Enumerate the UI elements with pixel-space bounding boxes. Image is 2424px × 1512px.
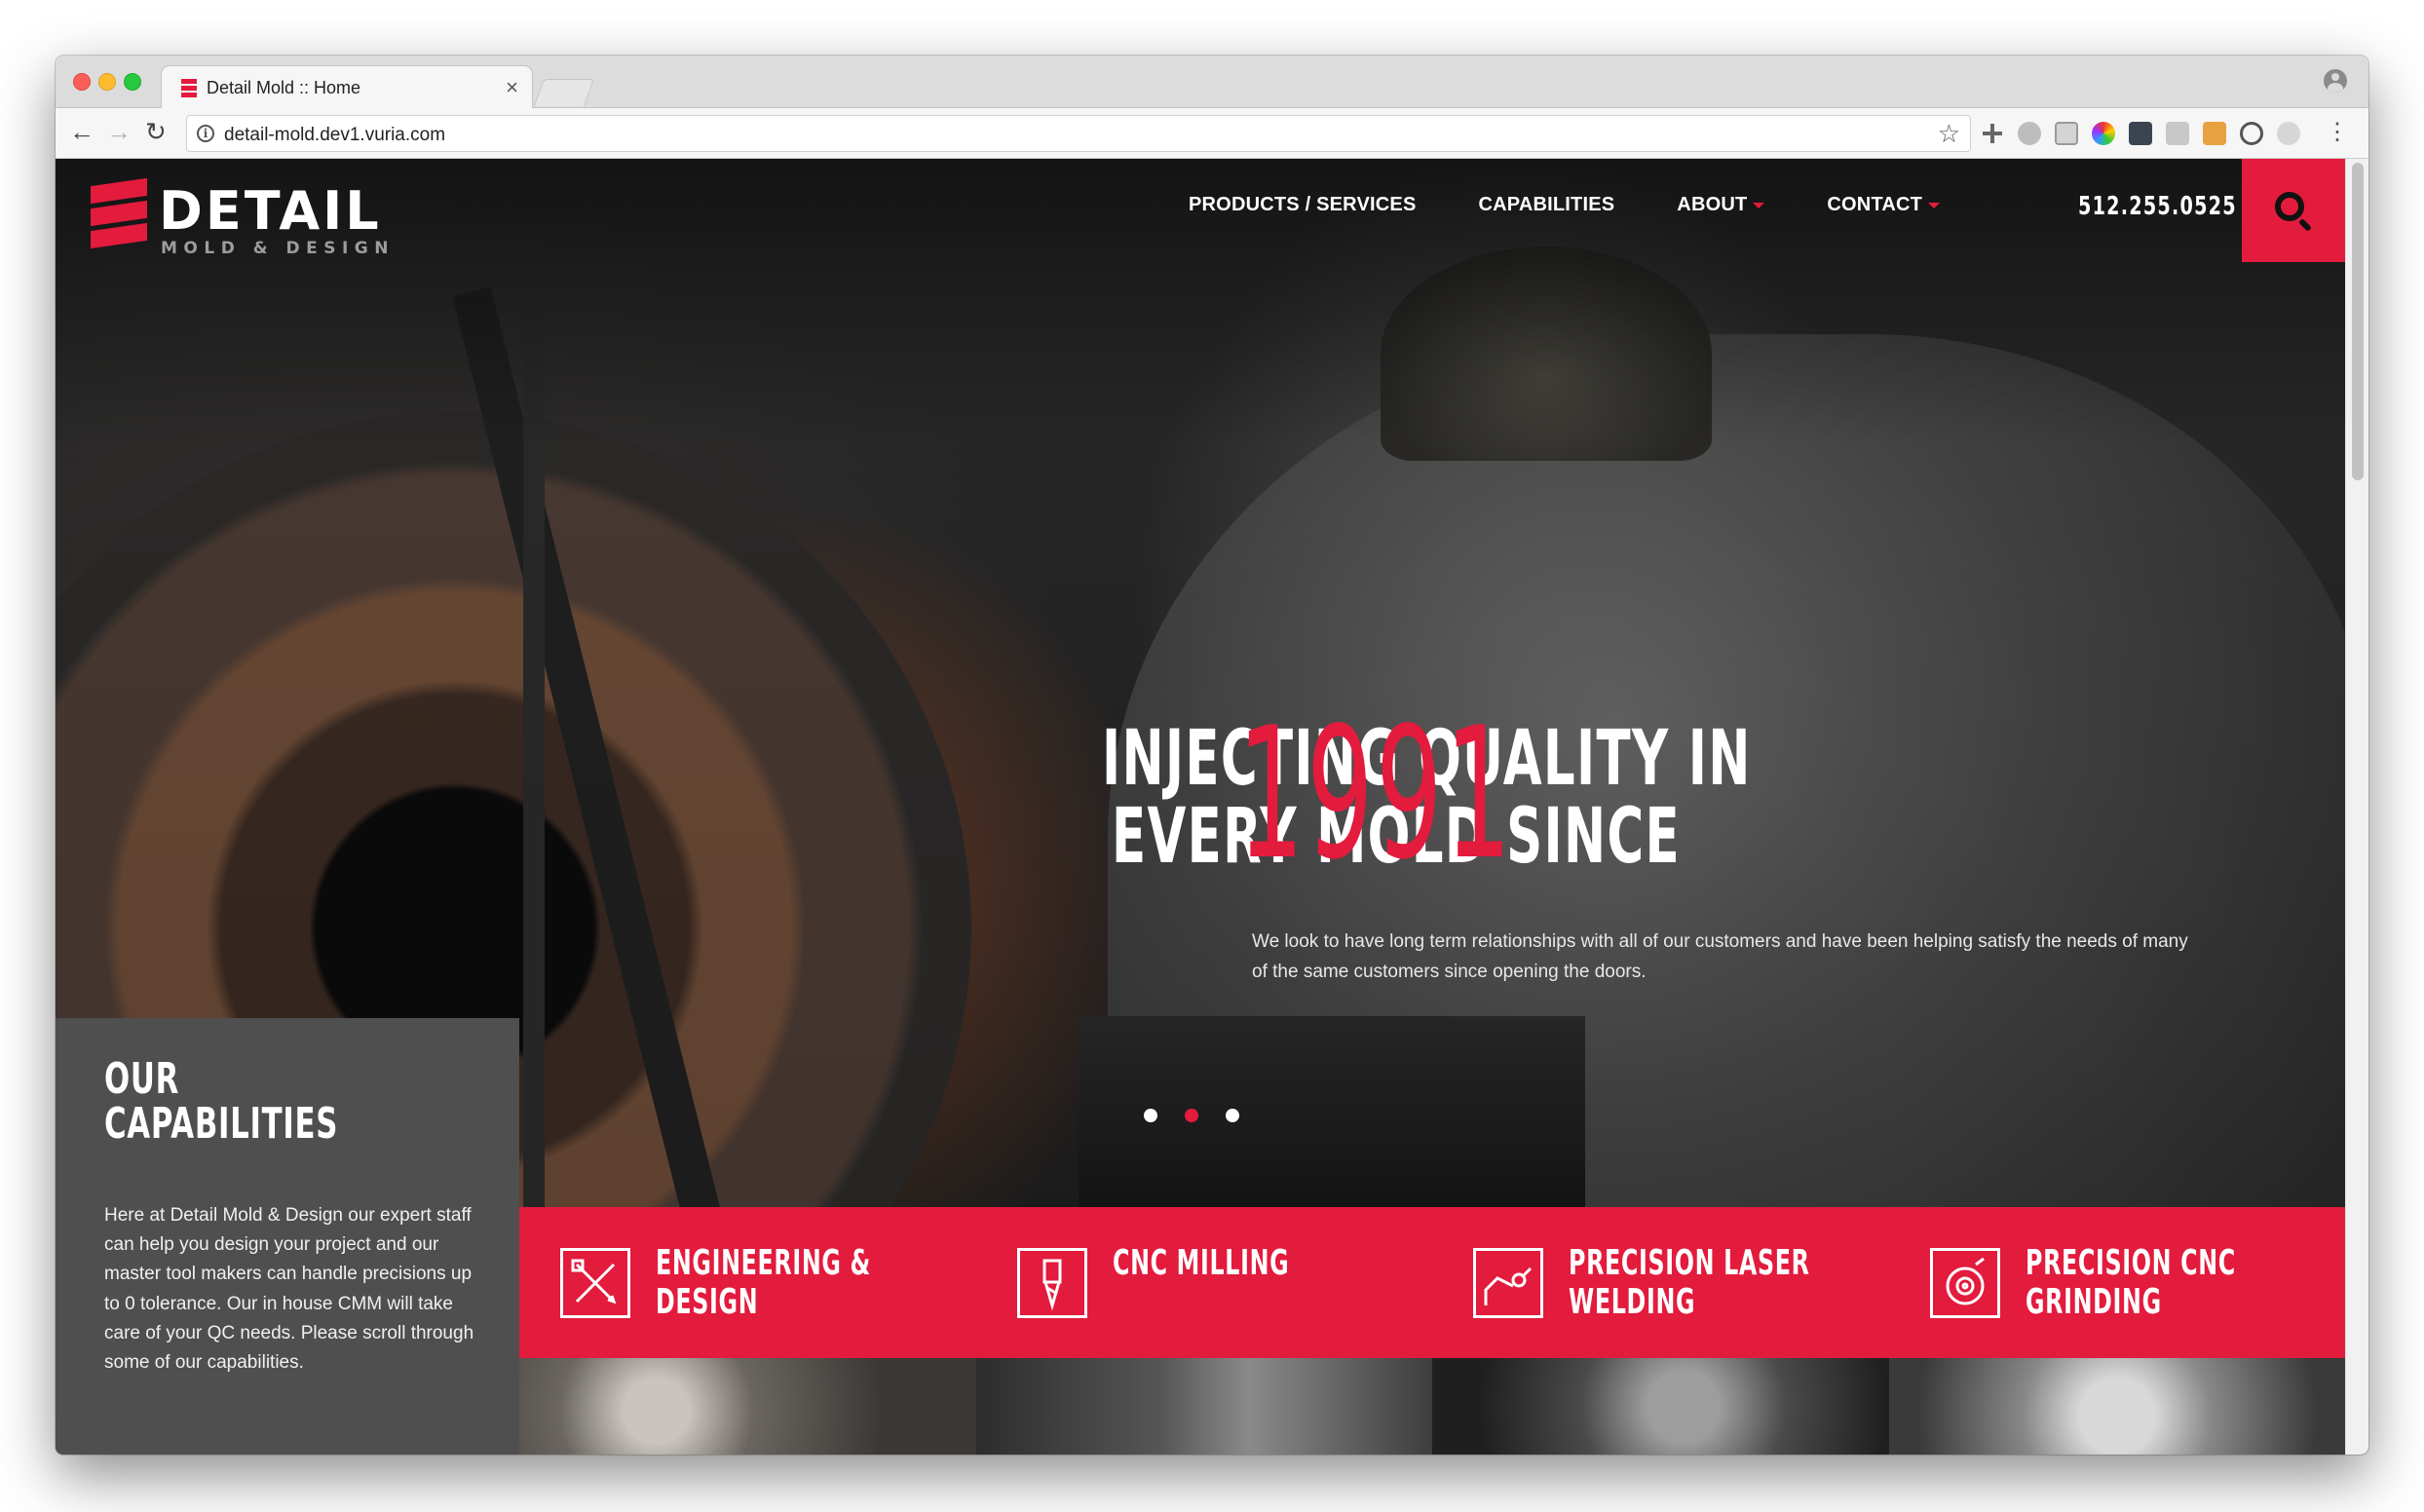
extension-icons <box>1981 121 2300 146</box>
close-window-button[interactable] <box>73 73 91 91</box>
minimize-window-button[interactable] <box>98 73 116 91</box>
nav-item-contact[interactable]: CONTACT <box>1827 194 1941 216</box>
address-bar[interactable]: i detail-mold.dev1.vuria.com ☆ <box>186 115 1971 152</box>
bearing-photo <box>519 1358 976 1455</box>
sync-icon[interactable] <box>2240 122 2263 145</box>
capabilities-panel: OUR CAPABILITIES Here at Detail Mold & D… <box>56 1018 519 1455</box>
logo-mark-icon <box>91 177 147 256</box>
zoom-window-button[interactable] <box>124 73 141 91</box>
welding-photo <box>1432 1358 1889 1455</box>
logo-subtitle: MOLD & DESIGN <box>161 239 395 258</box>
service-tile-laser-welding[interactable]: PRECISION LASER WELDING <box>1432 1207 1889 1455</box>
tab-close-icon[interactable]: × <box>506 75 518 100</box>
page-scrollbar[interactable] <box>2345 159 2368 1455</box>
tab-strip: Detail Mold :: Home × <box>56 56 2368 109</box>
move-icon[interactable] <box>1981 122 2004 145</box>
slider-dots <box>1144 1109 1239 1122</box>
phone-number[interactable]: 512.255.0525 <box>2078 192 2237 221</box>
capabilities-title: OUR CAPABILITIES <box>104 1054 339 1149</box>
slider-dot-2[interactable] <box>1185 1109 1198 1122</box>
main-nav: PRODUCTS / SERVICES CAPABILITIES ABOUT C… <box>1189 194 2002 216</box>
nav-item-about[interactable]: ABOUT <box>1677 194 1765 216</box>
color-wheel-icon[interactable] <box>2092 122 2115 145</box>
gear-badge-icon[interactable] <box>2018 122 2041 145</box>
browser-toolbar: ← → ↻ i detail-mold.dev1.vuria.com ☆ ⋮ <box>56 108 2368 159</box>
favicon-icon <box>181 79 197 98</box>
feather-icon[interactable] <box>2277 122 2300 145</box>
service-label: PRECISION LASER WELDING <box>1569 1243 1810 1322</box>
headline-year: 1991 <box>1237 688 1514 899</box>
end-mill-icon <box>1016 1248 1087 1318</box>
terminal-icon[interactable] <box>2129 122 2152 145</box>
page-viewport: DETAIL MOLD & DESIGN PRODUCTS / SERVICES… <box>56 159 2368 1455</box>
search-button[interactable] <box>2242 159 2345 262</box>
bookmark-star-icon[interactable]: ☆ <box>1938 119 1960 149</box>
service-tile-cnc-milling[interactable]: CNC MILLING <box>975 1207 1432 1455</box>
laser-arm-icon <box>1473 1248 1543 1318</box>
url-text[interactable]: detail-mold.dev1.vuria.com <box>224 125 445 146</box>
browser-menu-icon[interactable]: ⋮ <box>2326 118 2349 147</box>
browser-window: Detail Mold :: Home × ← → ↻ i detail-mol… <box>56 56 2368 1455</box>
info-icon[interactable]: i <box>197 125 214 142</box>
site-logo[interactable]: DETAIL MOLD & DESIGN <box>91 177 402 280</box>
service-label: PRECISION CNC GRINDING <box>2025 1243 2236 1322</box>
tab-title: Detail Mold :: Home <box>207 78 361 97</box>
scrollbar-thumb[interactable] <box>2352 163 2364 480</box>
logo-wordmark: DETAIL <box>159 180 382 242</box>
reload-icon[interactable]: ↻ <box>145 117 167 146</box>
slider-dot-3[interactable] <box>1226 1109 1239 1122</box>
service-label: ENGINEERING & DESIGN <box>656 1243 871 1322</box>
nav-item-products-services[interactable]: PRODUCTS / SERVICES <box>1189 194 1416 216</box>
slider-dot-1[interactable] <box>1144 1109 1157 1122</box>
capabilities-description: Here at Detail Mold & Design our expert … <box>104 1205 474 1374</box>
service-tiles: ENGINEERING & DESIGN CNC MILLING PRECISI… <box>519 1207 2345 1455</box>
grinding-wheel-icon <box>1929 1248 2000 1318</box>
service-tile-engineering[interactable]: ENGINEERING & DESIGN <box>519 1207 976 1455</box>
grid-icon[interactable] <box>2055 122 2078 145</box>
dropdown-caret-icon <box>1753 202 1765 208</box>
service-label: CNC MILLING <box>1112 1243 1289 1283</box>
forward-arrow-icon[interactable]: → <box>106 117 132 146</box>
nav-item-capabilities[interactable]: CAPABILITIES <box>1478 194 1614 216</box>
search-icon <box>2275 192 2304 221</box>
service-tile-cnc-grinding[interactable]: PRECISION CNC GRINDING <box>1888 1207 2345 1455</box>
browser-tab-active[interactable]: Detail Mold :: Home × <box>161 65 533 109</box>
milling-photo <box>975 1358 1432 1455</box>
tag-icon[interactable] <box>2203 122 2226 145</box>
dropdown-caret-icon <box>1928 202 1941 208</box>
new-tab-button[interactable] <box>533 79 595 106</box>
hero-description: We look to have long term relationships … <box>1252 931 2188 982</box>
back-arrow-icon[interactable]: ← <box>69 117 95 146</box>
profile-icon[interactable] <box>2324 69 2347 93</box>
ruler-pencil-icon <box>560 1248 630 1318</box>
grinding-photo <box>1888 1358 2345 1455</box>
camera-icon[interactable] <box>2166 122 2189 145</box>
